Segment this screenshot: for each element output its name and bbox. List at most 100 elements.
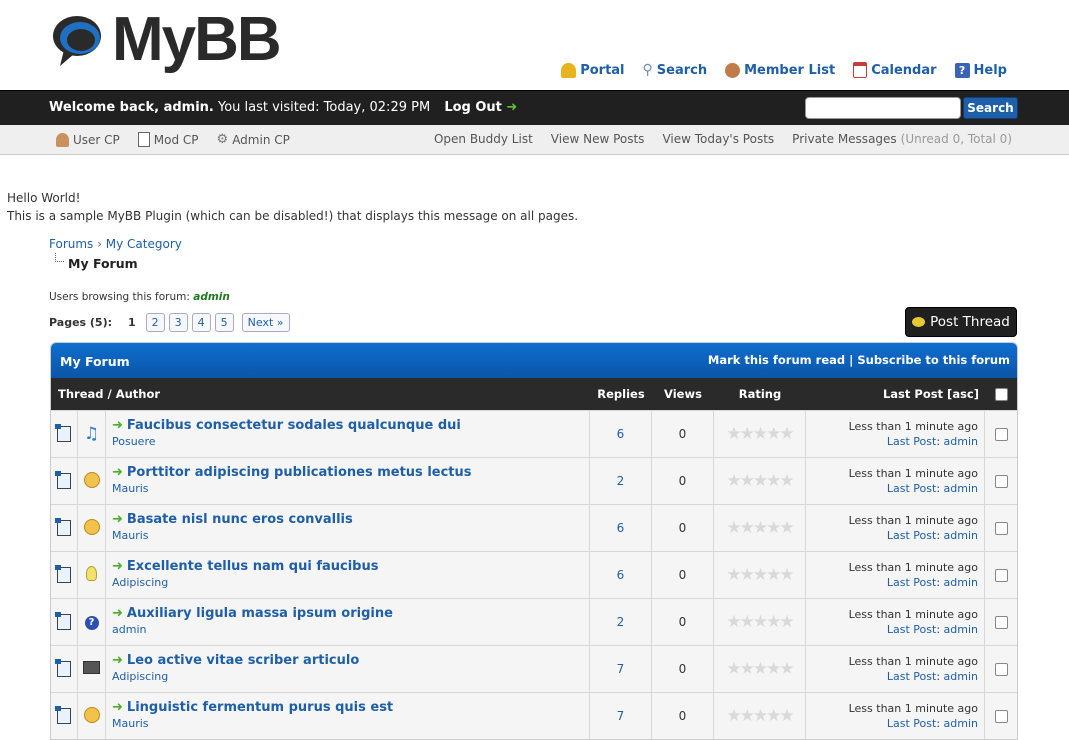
rating-stars-icon[interactable]: ★★★★★ xyxy=(726,471,794,491)
post-thread-button[interactable]: Post Thread xyxy=(905,307,1017,337)
last-poster-link[interactable]: admin xyxy=(944,670,978,683)
col-last-post[interactable]: Last Post [asc] xyxy=(806,378,985,410)
toplink-calendar[interactable]: Calendar xyxy=(853,62,937,78)
thread-author-link[interactable]: admin xyxy=(112,623,589,636)
rating-stars-icon[interactable]: ★★★★★ xyxy=(726,612,794,632)
col-replies[interactable]: Replies xyxy=(590,378,652,410)
thread-icon-cell xyxy=(78,693,106,739)
pagination-page[interactable]: 5 xyxy=(214,313,234,332)
rating-stars-icon[interactable]: ★★★★★ xyxy=(726,659,794,679)
go-to-first-unread-icon[interactable]: ➜ xyxy=(112,606,123,621)
go-to-first-unread-icon[interactable]: ➜ xyxy=(112,465,123,480)
nav-admin-cp[interactable]: ⚙ Admin CP xyxy=(217,132,290,147)
thread-subject-link[interactable]: Faucibus consectetur sodales qualcunque … xyxy=(127,418,461,433)
last-poster-link[interactable]: admin xyxy=(944,482,978,495)
thread-select-checkbox[interactable] xyxy=(994,568,1008,582)
toplink-search[interactable]: ⚲ Search xyxy=(643,62,708,78)
go-to-first-unread-icon[interactable]: ➜ xyxy=(112,653,123,668)
thread-author-link[interactable]: Posuere xyxy=(112,435,589,448)
replies-link[interactable]: 2 xyxy=(617,615,625,629)
views-cell: 0 xyxy=(652,599,714,645)
rating-stars-icon[interactable]: ★★★★★ xyxy=(726,565,794,585)
mark-read-link[interactable]: Mark this forum read xyxy=(708,353,845,367)
thread-status-icon xyxy=(55,471,71,489)
toplink-help[interactable]: ? Help xyxy=(954,62,1007,78)
select-all-checkbox[interactable] xyxy=(994,387,1008,401)
last-post-link[interactable]: Last Post xyxy=(887,717,936,730)
thread-author-link[interactable]: Mauris xyxy=(112,529,589,542)
last-poster-link[interactable]: admin xyxy=(944,435,978,448)
replies-link[interactable]: 2 xyxy=(617,474,625,488)
last-poster-link[interactable]: admin xyxy=(944,717,978,730)
thread-author-link[interactable]: Adipiscing xyxy=(112,670,589,683)
go-to-first-unread-icon[interactable]: ➜ xyxy=(112,418,123,433)
thread-author-link[interactable]: Mauris xyxy=(112,717,589,730)
browsing-user[interactable]: admin xyxy=(193,291,230,303)
thread-select-checkbox[interactable] xyxy=(994,427,1008,441)
rating-stars-icon[interactable]: ★★★★★ xyxy=(726,518,794,538)
replies-link[interactable]: 7 xyxy=(617,662,625,676)
breadcrumb-forums[interactable]: Forums xyxy=(49,237,93,251)
nav-buddy-list[interactable]: Open Buddy List xyxy=(434,132,533,146)
go-to-first-unread-icon[interactable]: ➜ xyxy=(112,700,123,715)
replies-link[interactable]: 6 xyxy=(617,568,625,582)
thread-subject-link[interactable]: Auxiliary ligula massa ipsum origine xyxy=(127,606,393,621)
replies-cell: 6 xyxy=(590,552,652,598)
go-to-first-unread-icon[interactable]: ➜ xyxy=(112,512,123,527)
thread-status-icon xyxy=(55,659,71,677)
last-poster-link[interactable]: admin xyxy=(944,576,978,589)
rating-stars-icon[interactable]: ★★★★★ xyxy=(726,706,794,726)
search-input[interactable] xyxy=(805,97,961,119)
nav-new-posts[interactable]: View New Posts xyxy=(551,132,645,146)
replies-link[interactable]: 6 xyxy=(617,427,625,441)
thread-author-link[interactable]: Mauris xyxy=(112,482,589,495)
thread-author-link[interactable]: Adipiscing xyxy=(112,576,589,589)
thread-status-cell xyxy=(51,646,78,692)
thread-subject-link[interactable]: Linguistic fermentum purus quis est xyxy=(127,700,393,715)
toplink-portal[interactable]: Portal xyxy=(561,62,625,78)
last-poster-link[interactable]: admin xyxy=(944,529,978,542)
thread-select-checkbox[interactable] xyxy=(994,709,1008,723)
site-logo[interactable]: MyBB xyxy=(50,5,282,75)
col-rating[interactable]: Rating xyxy=(714,378,806,410)
thread-subject-link[interactable]: Basate nisl nunc eros convallis xyxy=(127,512,353,527)
thread-subject-link[interactable]: Porttitor adipiscing publicationes metus… xyxy=(127,465,472,480)
nav-user-cp[interactable]: User CP xyxy=(56,132,120,147)
toplink-label: Help xyxy=(973,62,1007,78)
thread-subject-link[interactable]: Leo active vitae scriber articulo xyxy=(127,653,359,668)
replies-link[interactable]: 7 xyxy=(617,709,625,723)
go-to-first-unread-icon[interactable]: ➜ xyxy=(112,559,123,574)
search-button[interactable]: Search xyxy=(963,97,1018,119)
thread-subject-link[interactable]: Excellente tellus nam qui faucibus xyxy=(127,559,379,574)
col-thread-author[interactable]: Thread / Author xyxy=(51,378,590,410)
last-post-link[interactable]: Last Post xyxy=(887,670,936,683)
toplink-member-list[interactable]: Member List xyxy=(725,62,835,78)
thread-select-checkbox[interactable] xyxy=(994,474,1008,488)
breadcrumb-category[interactable]: My Category xyxy=(106,237,182,251)
thread-select-checkbox[interactable] xyxy=(994,662,1008,676)
last-post-link[interactable]: Last Post xyxy=(887,482,936,495)
last-poster-link[interactable]: admin xyxy=(944,623,978,636)
members-icon xyxy=(725,62,741,78)
pagination-page[interactable]: 2 xyxy=(145,313,165,332)
subscribe-link[interactable]: Subscribe to this forum xyxy=(857,353,1010,367)
table-title: My Forum xyxy=(60,354,130,369)
last-post-time: Less than 1 minute ago xyxy=(848,655,978,668)
pagination-page[interactable]: 4 xyxy=(191,313,211,332)
pagination-page[interactable]: 3 xyxy=(168,313,188,332)
logout-link[interactable]: Log Out ➜ xyxy=(444,100,517,115)
last-post-link[interactable]: Last Post xyxy=(887,576,936,589)
nav-private-messages[interactable]: Private Messages (Unread 0, Total 0) xyxy=(792,132,1012,146)
last-post-link[interactable]: Last Post xyxy=(887,529,936,542)
thread-select-checkbox[interactable] xyxy=(994,615,1008,629)
last-post-link[interactable]: Last Post xyxy=(887,623,936,636)
nav-mod-cp[interactable]: Mod CP xyxy=(137,132,199,147)
pagination-next[interactable]: Next » xyxy=(241,313,290,332)
rating-stars-icon[interactable]: ★★★★★ xyxy=(726,424,794,444)
replies-link[interactable]: 6 xyxy=(617,521,625,535)
col-views[interactable]: Views xyxy=(652,378,714,410)
thread-select-checkbox[interactable] xyxy=(994,521,1008,535)
nav-todays-posts[interactable]: View Today's Posts xyxy=(662,132,774,146)
table-row: ➜ Excellente tellus nam qui faucibus Adipi… xyxy=(51,551,1017,598)
last-post-link[interactable]: Last Post xyxy=(887,435,936,448)
